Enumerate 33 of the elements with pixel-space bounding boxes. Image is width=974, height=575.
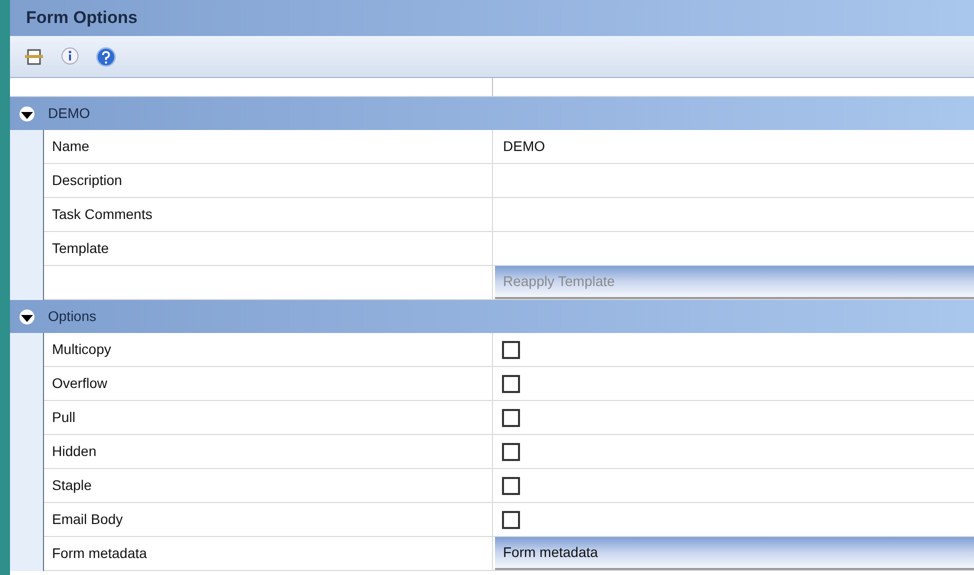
property-name-cell: Name bbox=[44, 130, 493, 164]
checkbox[interactable] bbox=[502, 340, 520, 358]
checkbox[interactable] bbox=[502, 374, 520, 392]
checkbox[interactable] bbox=[502, 476, 520, 494]
property-name-cell: Description bbox=[44, 164, 493, 198]
collapse-icon[interactable] bbox=[19, 106, 35, 122]
property-name-cell: Hidden bbox=[44, 435, 493, 469]
property-name-cell: Multicopy bbox=[44, 333, 493, 367]
checkbox[interactable] bbox=[502, 442, 520, 460]
row-gutter bbox=[10, 266, 44, 300]
property-name-cell: Staple bbox=[44, 469, 493, 503]
window-title: Form Options bbox=[26, 7, 138, 30]
checkbox[interactable] bbox=[502, 510, 520, 528]
help-button[interactable] bbox=[94, 44, 118, 68]
category-label: DEMO bbox=[47, 104, 90, 123]
property-name-cell: Template bbox=[44, 232, 493, 266]
property-name-cell: Task Comments bbox=[44, 198, 493, 232]
category-header[interactable]: DEMO bbox=[10, 97, 974, 130]
row-gutter bbox=[10, 130, 44, 164]
property-name-cell: Email Body bbox=[44, 503, 493, 537]
row-gutter bbox=[10, 537, 44, 571]
info-icon bbox=[60, 46, 80, 66]
help-icon bbox=[96, 46, 116, 66]
property-button[interactable]: Form metadata bbox=[495, 537, 974, 570]
category-label: Options bbox=[47, 307, 96, 326]
collapse-icon[interactable] bbox=[19, 308, 35, 324]
row-gutter bbox=[10, 333, 44, 367]
property-name-cell: Pull bbox=[44, 401, 493, 435]
document-icon bbox=[24, 48, 44, 66]
property-name-cell: Form metadata bbox=[44, 537, 493, 571]
category-header[interactable]: Options bbox=[10, 300, 974, 333]
checkbox[interactable] bbox=[502, 408, 520, 426]
property-name-cell: Overflow bbox=[44, 367, 493, 401]
